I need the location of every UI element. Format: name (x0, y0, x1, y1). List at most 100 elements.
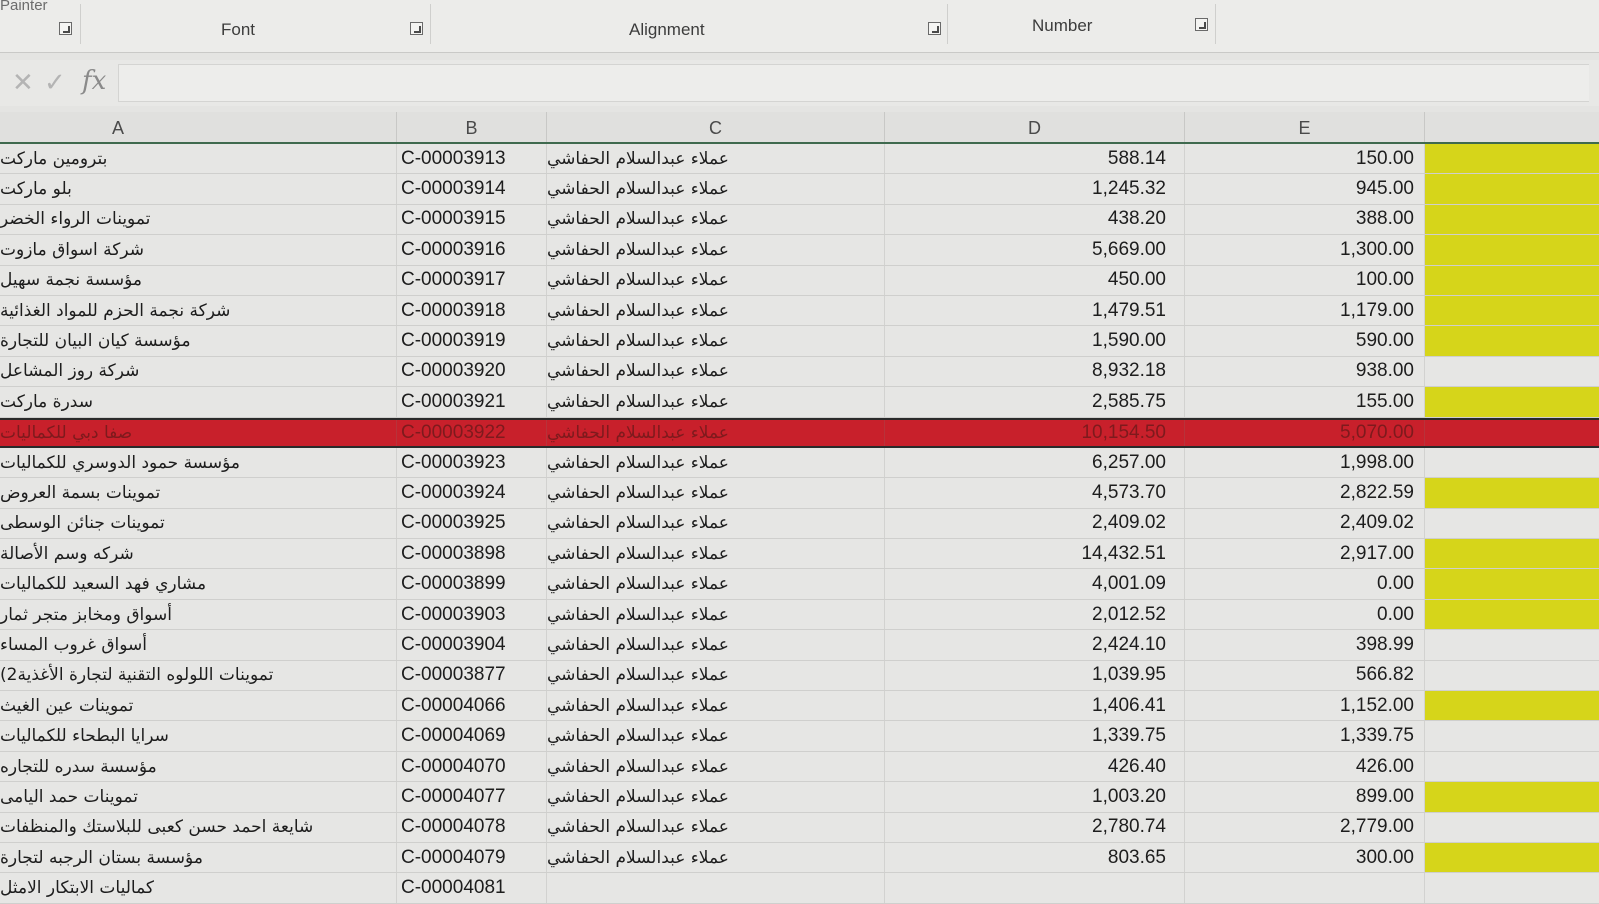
cell-customer-group[interactable]: عملاء عبدالسلام الحفاشي (547, 447, 885, 478)
cell-customer-code[interactable]: C-00004078 (397, 812, 547, 842)
table-row[interactable]: كماليات الابتكار الامثل C-00004081 (0, 873, 1599, 904)
cell-customer-name[interactable]: مؤسسة سدره للتجاره (0, 751, 397, 782)
cell-customer-name[interactable]: كماليات الابتكار الامثل (0, 873, 397, 903)
cell-customer-name[interactable]: أسواق غروب المساء (0, 630, 397, 660)
cell-amount-d[interactable]: 438.20 (885, 204, 1185, 235)
cell-customer-group[interactable]: عملاء عبدالسلام الحفاشي (547, 356, 885, 387)
cell-highlight-f[interactable] (1425, 357, 1599, 386)
cell-customer-group[interactable]: عملاء عبدالسلام الحفاشي (547, 295, 885, 326)
cell-customer-name[interactable]: صفا دبي للكماليات (0, 419, 397, 446)
cell-amount-d[interactable]: 6,257.00 (885, 447, 1185, 478)
cell-customer-group[interactable]: عملاء عبدالسلام الحفاشي (547, 419, 885, 446)
cell-amount-d[interactable]: 426.40 (885, 751, 1185, 782)
cell-amount-e[interactable]: 388.00 (1185, 204, 1425, 235)
cell-customer-group[interactable]: عملاء عبدالسلام الحفاشي (547, 812, 885, 842)
cell-customer-code[interactable]: C-00003924 (397, 478, 547, 508)
cell-customer-name[interactable]: شركه وسم الأصالة (0, 539, 397, 569)
cell-customer-code[interactable]: C-00003923 (397, 447, 547, 478)
table-row[interactable]: بلو ماركت C-00003914 عملاء عبدالسلام الحفا… (0, 174, 1599, 205)
cell-customer-code[interactable]: C-00003925 (397, 508, 547, 539)
cell-amount-e[interactable]: 2,409.02 (1185, 508, 1425, 539)
cell-customer-code[interactable]: C-00003920 (397, 356, 547, 387)
cell-customer-name[interactable]: مؤسسة كيان البيان للتجارة (0, 326, 397, 356)
table-row[interactable]: مؤسسة حمود الدوسري للكماليات C-00003923 عم… (0, 447, 1599, 479)
cell-customer-name[interactable]: تموينات عين الغيث (0, 691, 397, 721)
cell-customer-name[interactable]: تموينات الرواء الخضر (0, 204, 397, 235)
table-row[interactable]: تموينات حمد اليامى C-00004077 عملاء عبدالس… (0, 782, 1599, 813)
table-row[interactable]: أسواق غروب المساء C-00003904 عملاء عبدالسل… (0, 630, 1599, 661)
cell-customer-code[interactable]: C-00004077 (397, 782, 547, 812)
cell-customer-code[interactable]: C-00003915 (397, 204, 547, 235)
cell-amount-d[interactable]: 4,001.09 (885, 569, 1185, 599)
cell-customer-group[interactable]: عملاء عبدالسلام الحفاشي (547, 235, 885, 265)
cell-customer-group[interactable]: عملاء عبدالسلام الحفاشي (547, 508, 885, 539)
cell-customer-name[interactable]: تموينات جنائن الوسطى (0, 508, 397, 539)
cell-customer-group[interactable]: عملاء عبدالسلام الحفاشي (547, 326, 885, 356)
cell-highlight-f[interactable] (1425, 204, 1599, 235)
cell-amount-e[interactable]: 2,822.59 (1185, 478, 1425, 508)
cell-customer-name[interactable]: تموينات اللولوه التقنية لتجارة الأغذية2) (0, 660, 397, 691)
column-header-c[interactable]: C (547, 112, 885, 142)
cell-customer-name[interactable]: سدرة ماركت (0, 387, 397, 417)
cell-customer-code[interactable]: C-00003914 (397, 174, 547, 204)
cell-customer-name[interactable]: شركة نجمة الحزم للمواد الغذائية (0, 295, 397, 326)
column-header-f[interactable] (1425, 112, 1599, 142)
cell-customer-code[interactable]: C-00003898 (397, 539, 547, 569)
cell-amount-e[interactable]: 398.99 (1185, 630, 1425, 660)
cell-customer-name[interactable]: شركة روز المشاعل (0, 356, 397, 387)
cell-customer-name[interactable]: تموينات بسمة العروض (0, 478, 397, 508)
table-row[interactable]: أسواق ومخابز متجر ثمار C-00003903 عملاء عب… (0, 599, 1599, 631)
cell-customer-code[interactable]: C-00003877 (397, 660, 547, 691)
cell-customer-code[interactable]: C-00003922 (397, 419, 547, 446)
cell-highlight-f[interactable] (1425, 721, 1599, 750)
cell-customer-group[interactable]: عملاء عبدالسلام الحفاشي (547, 387, 885, 417)
cell-customer-name[interactable]: مؤسسة نجمة سهيل (0, 265, 397, 295)
table-row[interactable]: شركة نجمة الحزم للمواد الغذائية C-0000391… (0, 295, 1599, 327)
cell-customer-group[interactable]: عملاء عبدالسلام الحفاشي (547, 599, 885, 630)
cell-amount-e[interactable]: 590.00 (1185, 326, 1425, 356)
cell-amount-e[interactable]: 566.82 (1185, 660, 1425, 691)
selected-table-row[interactable]: صفا دبي للكماليات C-00003922 عملاء عبدالسل… (0, 417, 1599, 448)
cell-amount-e[interactable]: 100.00 (1185, 265, 1425, 295)
table-row[interactable]: تموينات بسمة العروض C-00003924 عملاء عبدال… (0, 478, 1599, 509)
cell-highlight-f[interactable] (1425, 326, 1599, 356)
cell-amount-d[interactable]: 1,479.51 (885, 295, 1185, 326)
column-header-b[interactable]: B (397, 112, 547, 142)
table-row[interactable]: شركة اسواق مازوت C-00003916 عملاء عبدالسلا… (0, 235, 1599, 266)
cell-amount-e[interactable]: 155.00 (1185, 387, 1425, 417)
cell-highlight-f[interactable] (1425, 387, 1599, 417)
column-header-e[interactable]: E (1185, 112, 1425, 142)
cell-amount-d[interactable]: 1,406.41 (885, 691, 1185, 721)
cell-amount-e[interactable]: 1,339.75 (1185, 721, 1425, 751)
cell-amount-d[interactable]: 450.00 (885, 265, 1185, 295)
cell-amount-e[interactable]: 150.00 (1185, 144, 1425, 174)
cell-highlight-f[interactable] (1425, 420, 1599, 446)
cell-customer-code[interactable]: C-00003916 (397, 235, 547, 265)
cell-customer-group[interactable]: عملاء عبدالسلام الحفاشي (547, 691, 885, 721)
cell-amount-d[interactable]: 14,432.51 (885, 539, 1185, 569)
cell-customer-group[interactable]: عملاء عبدالسلام الحفاشي (547, 204, 885, 235)
cell-highlight-f[interactable] (1425, 599, 1599, 630)
cell-amount-d[interactable]: 2,585.75 (885, 387, 1185, 417)
cancel-x-icon[interactable]: ✕ (12, 68, 34, 98)
cell-amount-d[interactable]: 2,780.74 (885, 812, 1185, 842)
cell-highlight-f[interactable] (1425, 235, 1599, 265)
cell-highlight-f[interactable] (1425, 630, 1599, 659)
cell-customer-group[interactable] (547, 873, 885, 903)
cell-amount-e[interactable]: 300.00 (1185, 842, 1425, 873)
cell-highlight-f[interactable] (1425, 569, 1599, 599)
column-header-a[interactable]: A (0, 112, 397, 142)
cell-highlight-f[interactable] (1425, 265, 1599, 295)
cell-customer-code[interactable]: C-00004081 (397, 873, 547, 903)
formula-input[interactable] (118, 64, 1589, 102)
column-header-d[interactable]: D (885, 112, 1185, 142)
table-row[interactable]: شركة روز المشاعل C-00003920 عملاء عبدالسلا… (0, 356, 1599, 388)
cell-customer-group[interactable]: عملاء عبدالسلام الحفاشي (547, 144, 885, 174)
font-dialog-launcher-icon[interactable] (410, 22, 423, 35)
table-row[interactable]: شركه وسم الأصالة C-00003898 عملاء عبدالسلا… (0, 539, 1599, 570)
cell-amount-d[interactable]: 1,003.20 (885, 782, 1185, 812)
cell-customer-code[interactable]: C-00003921 (397, 387, 547, 417)
cell-customer-group[interactable]: عملاء عبدالسلام الحفاشي (547, 174, 885, 204)
cell-customer-name[interactable]: شركة اسواق مازوت (0, 235, 397, 265)
table-row[interactable]: بترومين ماركت C-00003913 عملاء عبدالسلام ا… (0, 144, 1599, 175)
